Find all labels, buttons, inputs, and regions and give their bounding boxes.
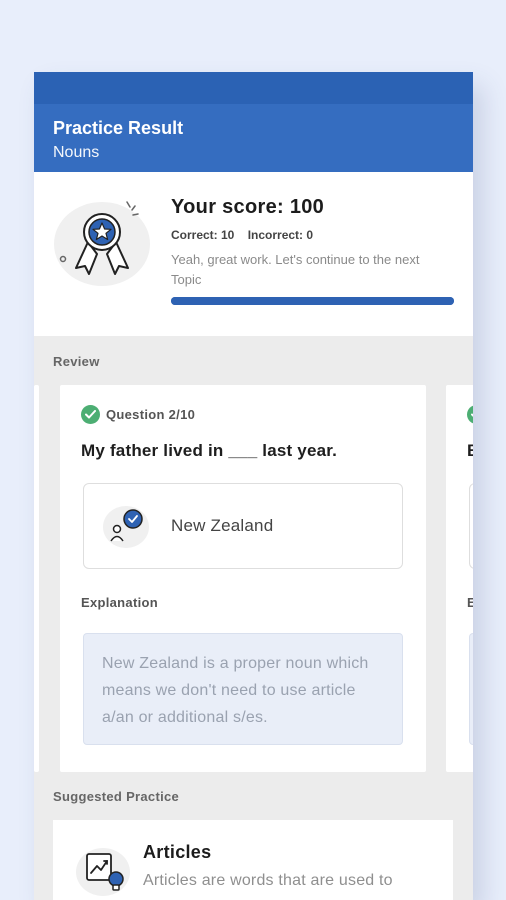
app-bar: Practice Result Nouns bbox=[34, 104, 473, 172]
phone-screen: Practice Result Nouns Your score: 100 Co… bbox=[34, 72, 473, 900]
suggested-practice-label: Suggested Practice bbox=[53, 789, 180, 804]
next-question-text: B bbox=[467, 441, 473, 461]
page-subtitle: Nouns bbox=[53, 144, 100, 161]
question-number: Question 2/10 bbox=[106, 407, 196, 422]
next-question-card[interactable]: B E bbox=[446, 385, 473, 772]
correct-count: Correct: 10 bbox=[171, 228, 235, 242]
practice-title: Articles bbox=[143, 842, 212, 862]
question-review-card[interactable]: Question 2/10 My father lived in ___ las… bbox=[60, 385, 426, 772]
chart-bulb-icon bbox=[75, 842, 131, 898]
explanation-box: New Zealand is a proper noun which means… bbox=[83, 633, 403, 745]
status-bar bbox=[34, 72, 473, 104]
next-explanation-label: E bbox=[467, 595, 473, 610]
next-answer-option bbox=[469, 483, 473, 569]
question-text: My father lived in ___ last year. bbox=[81, 441, 338, 460]
score-progress-fill bbox=[171, 297, 454, 305]
ribbon-badge-icon bbox=[52, 196, 152, 288]
explanation-label: Explanation bbox=[81, 595, 158, 610]
answer-text: New Zealand bbox=[171, 516, 274, 535]
practice-item-articles[interactable]: Articles Articles are words that are use… bbox=[53, 820, 453, 900]
answer-option: New Zealand bbox=[83, 483, 403, 569]
question-header: Question 2/10 bbox=[81, 405, 195, 424]
page-title: Practice Result bbox=[53, 118, 184, 138]
user-speech-icon bbox=[102, 503, 150, 549]
review-label: Review bbox=[53, 354, 100, 369]
practice-description: Articles are words that are used to bbox=[143, 872, 393, 889]
next-explanation-box bbox=[469, 633, 473, 745]
score-card: Your score: 100 Correct: 10 Incorrect: 0… bbox=[34, 172, 473, 336]
score-message: Yeah, great work. Let's continue to the … bbox=[171, 252, 420, 287]
check-circle-icon bbox=[81, 405, 100, 424]
score-progress-bar bbox=[171, 297, 454, 305]
check-circle-icon bbox=[467, 405, 473, 424]
prev-question-card[interactable] bbox=[34, 385, 39, 772]
score-title: Your score: 100 bbox=[171, 196, 325, 218]
incorrect-count: Incorrect: 0 bbox=[247, 228, 314, 242]
score-stats: Correct: 10 Incorrect: 0 bbox=[171, 228, 313, 242]
